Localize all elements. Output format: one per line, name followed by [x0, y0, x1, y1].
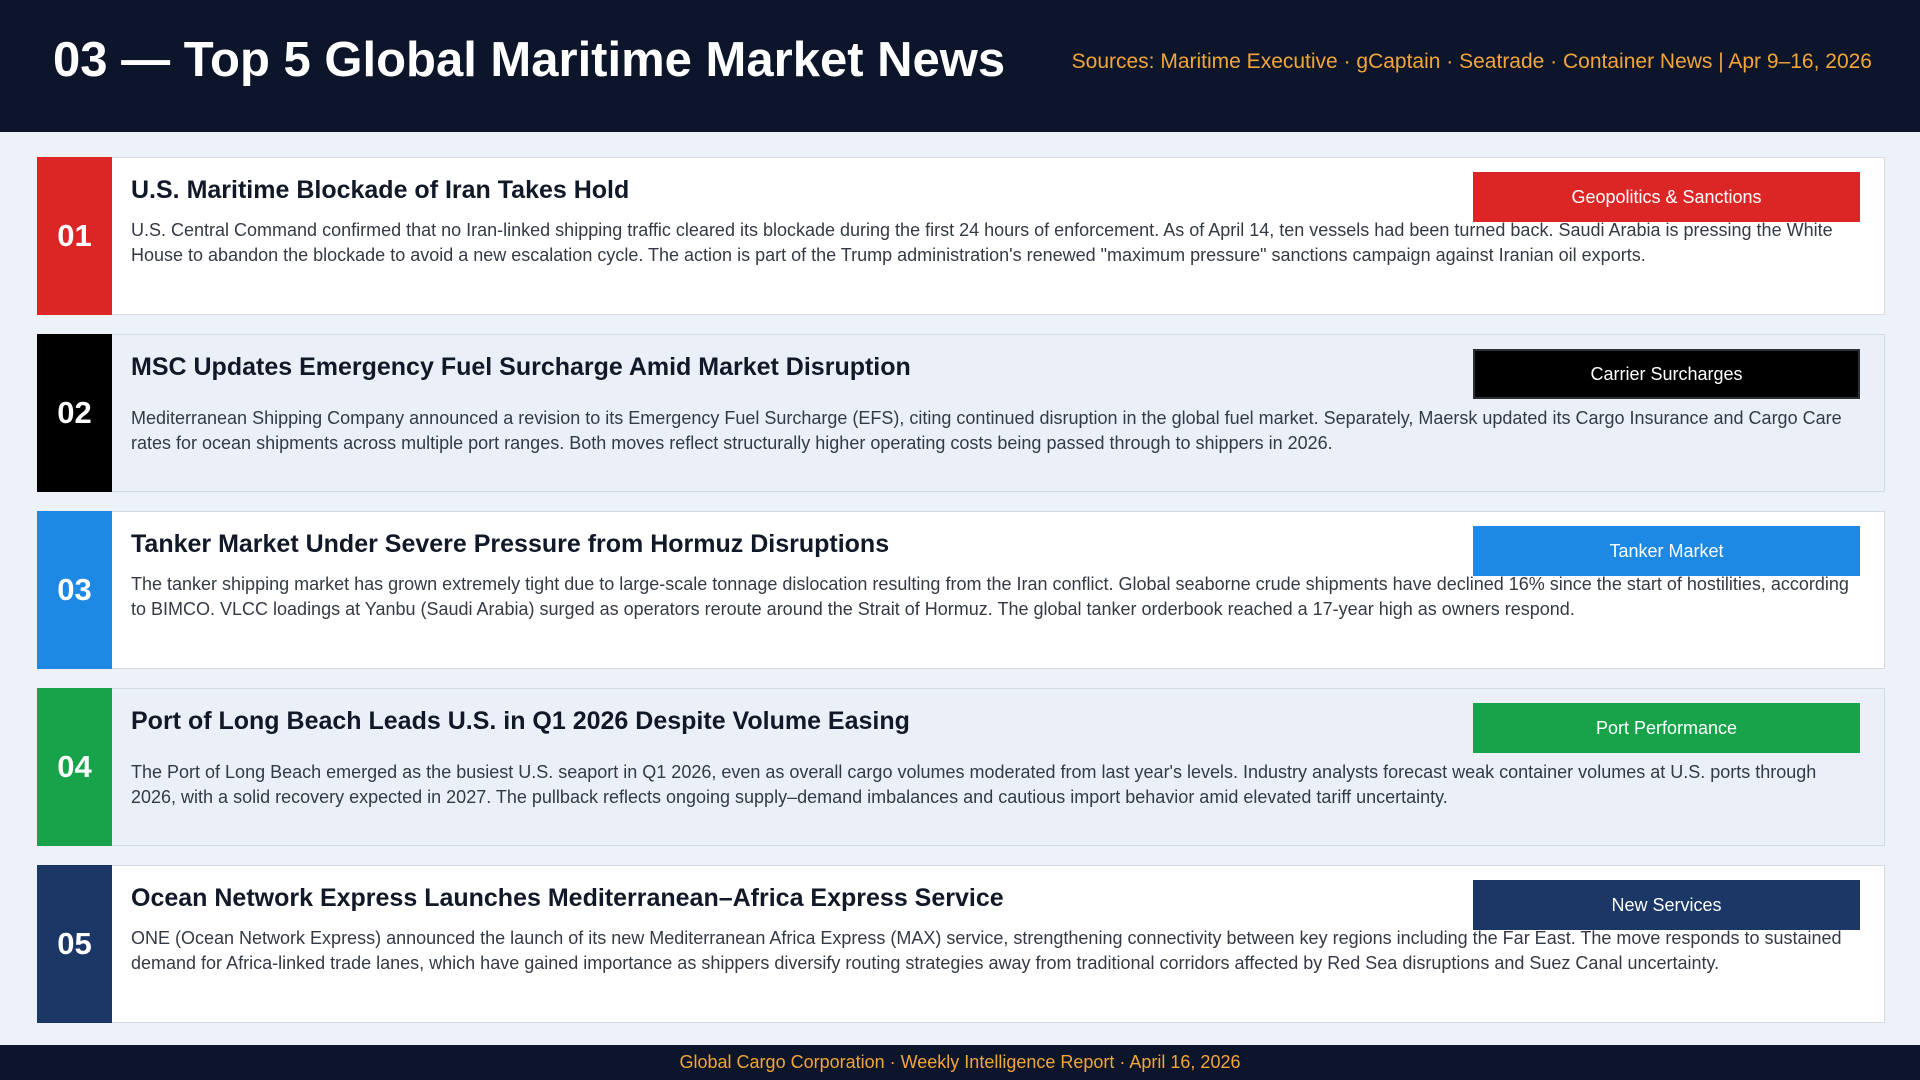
- news-number-badge: 04: [37, 688, 112, 846]
- news-title: Port of Long Beach Leads U.S. in Q1 2026…: [131, 707, 910, 735]
- sources-line: Sources: Maritime Executive · gCaptain ·…: [1071, 50, 1872, 73]
- footer-text: Global Cargo Corporation · Weekly Intell…: [679, 1052, 1241, 1072]
- news-number-badge: 01: [37, 157, 112, 315]
- news-card-1: 01 U.S. Maritime Blockade of Iran Takes …: [37, 157, 1885, 315]
- news-category-tag: New Services: [1473, 880, 1860, 930]
- news-category-tag: Port Performance: [1473, 703, 1860, 753]
- news-body: The Port of Long Beach emerged as the bu…: [131, 762, 1817, 807]
- news-body: ONE (Ocean Network Express) announced th…: [131, 928, 1842, 973]
- news-body: Mediterranean Shipping Company announced…: [131, 408, 1842, 453]
- news-number-badge: 02: [37, 334, 112, 492]
- page-title: 03 — Top 5 Global Maritime Market News: [53, 33, 1006, 87]
- news-number-badge: 05: [37, 865, 112, 1023]
- news-title: Ocean Network Express Launches Mediterra…: [131, 884, 1004, 912]
- news-category-tag: Tanker Market: [1473, 526, 1860, 576]
- news-card-2: 02 MSC Updates Emergency Fuel Surcharge …: [37, 334, 1885, 492]
- news-body: The tanker shipping market has grown ext…: [131, 574, 1849, 619]
- news-body: U.S. Central Command confirmed that no I…: [131, 220, 1833, 265]
- news-title: U.S. Maritime Blockade of Iran Takes Hol…: [131, 176, 630, 204]
- footer-bar: Global Cargo Corporation · Weekly Intell…: [0, 1045, 1920, 1080]
- news-card-4: 04 Port of Long Beach Leads U.S. in Q1 2…: [37, 688, 1885, 846]
- news-number-badge: 03: [37, 511, 112, 669]
- news-title: Tanker Market Under Severe Pressure from…: [131, 530, 890, 558]
- header-bar: 03 — Top 5 Global Maritime Market News S…: [0, 0, 1920, 132]
- news-category-tag: Geopolitics & Sanctions: [1473, 172, 1860, 222]
- news-title: MSC Updates Emergency Fuel Surcharge Ami…: [131, 353, 911, 381]
- news-category-tag: Carrier Surcharges: [1473, 349, 1860, 399]
- news-card-5: 05 Ocean Network Express Launches Medite…: [37, 865, 1885, 1023]
- news-card-3: 03 Tanker Market Under Severe Pressure f…: [37, 511, 1885, 669]
